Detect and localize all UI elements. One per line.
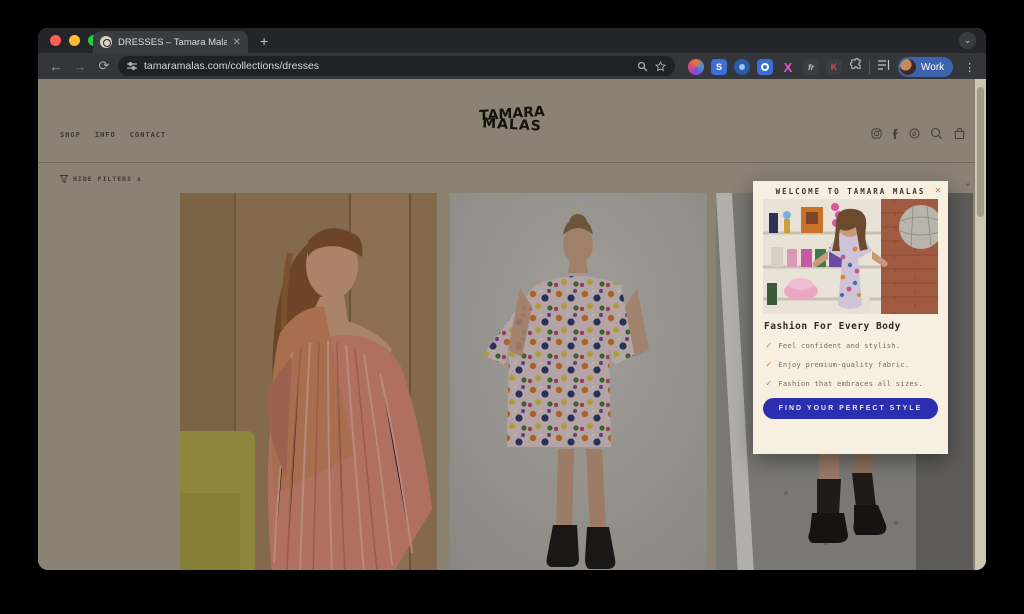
nav-item-shop[interactable]: SHOP <box>60 131 81 139</box>
tab-favicon <box>100 36 112 48</box>
extension-icon-blue-circle[interactable] <box>734 59 750 75</box>
product-card-tess[interactable]: TESS DRESS €69.95 <box>450 193 707 570</box>
instagram-icon[interactable] <box>871 128 882 139</box>
profile-label: Work <box>921 62 944 73</box>
puzzle-icon[interactable] <box>849 58 862 76</box>
side-panel-icon[interactable] <box>877 58 891 76</box>
url-text: tamaramalas.com/collections/dresses <box>144 60 630 72</box>
site-settings-icon[interactable] <box>127 61 137 71</box>
product-image-tess[interactable] <box>450 193 707 570</box>
tab-strip: DRESSES – Tamara Malas ✕ + ⌄ <box>38 28 986 53</box>
hide-filters-button[interactable]: HIDE FILTERS ∧ <box>60 175 142 183</box>
filter-funnel-icon <box>60 175 68 183</box>
welcome-popup: WELCOME TO TAMARA MALAS ✕ <box>753 181 948 454</box>
profile-avatar <box>900 59 916 75</box>
extension-icon-blue-square[interactable] <box>757 59 773 75</box>
header-icons <box>871 127 966 140</box>
scrollbar-thumb[interactable] <box>977 87 984 217</box>
new-tab-button[interactable]: + <box>260 33 268 49</box>
site-header: SHOP INFO CONTACT TAMARA MALAS <box>38 79 986 163</box>
collapse-chevron-icon: ∧ <box>137 175 142 183</box>
forward-button[interactable]: → <box>68 59 92 74</box>
check-icon: ✓ <box>766 379 771 389</box>
popup-bullet: ✓ Enjoy premium-quality fabric. <box>766 360 909 370</box>
extension-icon-s[interactable]: S <box>711 59 727 75</box>
reload-button[interactable]: ⟳ <box>92 58 116 74</box>
popup-title: WELCOME TO TAMARA MALAS <box>753 187 948 196</box>
popup-bullet: ✓ Fashion that embraces all sizes. <box>766 379 923 389</box>
browser-menu-icon[interactable]: ⋮ <box>964 61 975 74</box>
popup-cta-button[interactable]: FIND YOUR PERFECT STYLE <box>763 398 938 419</box>
extensions-row: S X fr K Work ⋮ <box>688 57 975 77</box>
facebook-icon[interactable] <box>892 128 899 139</box>
address-bar[interactable]: tamaramalas.com/collections/dresses <box>118 56 675 76</box>
extension-icon-k[interactable]: K <box>826 59 842 75</box>
nav-item-info[interactable]: INFO <box>95 131 116 139</box>
popup-bullet: ✓ Feel confident and stylish. <box>766 341 900 351</box>
zoom-magnifier-icon[interactable] <box>637 61 648 72</box>
cart-bag-icon[interactable] <box>953 127 966 140</box>
site-logo[interactable]: TAMARA MALAS <box>476 109 548 132</box>
popup-close-icon[interactable]: ✕ <box>935 185 941 196</box>
popup-heading: Fashion For Every Body <box>764 321 901 332</box>
browser-toolbar: ← → ⟳ tamaramalas.com/collections/dresse… <box>38 53 986 79</box>
profile-button[interactable]: Work <box>898 57 953 77</box>
main-nav: SHOP INFO CONTACT <box>60 131 166 139</box>
extension-icon-pink-x[interactable]: X <box>780 59 796 75</box>
browser-window: DRESSES – Tamara Malas ✕ + ⌄ ← → ⟳ tamar… <box>38 28 986 570</box>
sort-chevron-icon[interactable]: ⌄ <box>965 178 970 187</box>
extension-icon-colorwheel[interactable] <box>688 59 704 75</box>
check-icon: ✓ <box>766 341 771 351</box>
tab-close-icon[interactable]: ✕ <box>233 37 241 48</box>
site-page: SHOP INFO CONTACT TAMARA MALAS <box>38 79 986 570</box>
back-button[interactable]: ← <box>44 59 68 74</box>
nav-item-contact[interactable]: CONTACT <box>130 131 167 139</box>
search-icon[interactable] <box>930 127 943 140</box>
toolbar-divider <box>869 60 870 74</box>
check-icon: ✓ <box>766 360 771 370</box>
browser-tab[interactable]: DRESSES – Tamara Malas ✕ <box>93 31 248 53</box>
tab-title: DRESSES – Tamara Malas <box>118 37 227 48</box>
popup-photo <box>763 199 938 314</box>
page-scrollbar[interactable] <box>975 79 986 570</box>
extension-icon-fr[interactable]: fr <box>803 59 819 75</box>
tab-search-chevron-icon[interactable]: ⌄ <box>959 32 976 49</box>
minimize-window-button[interactable] <box>69 35 80 46</box>
close-window-button[interactable] <box>50 35 61 46</box>
tiktok-icon[interactable] <box>909 128 920 139</box>
product-card-penelope[interactable]: PENELOPE DRESS €213.95 <box>180 193 437 570</box>
bookmark-star-icon[interactable] <box>655 61 666 72</box>
product-image-penelope[interactable] <box>180 193 437 570</box>
